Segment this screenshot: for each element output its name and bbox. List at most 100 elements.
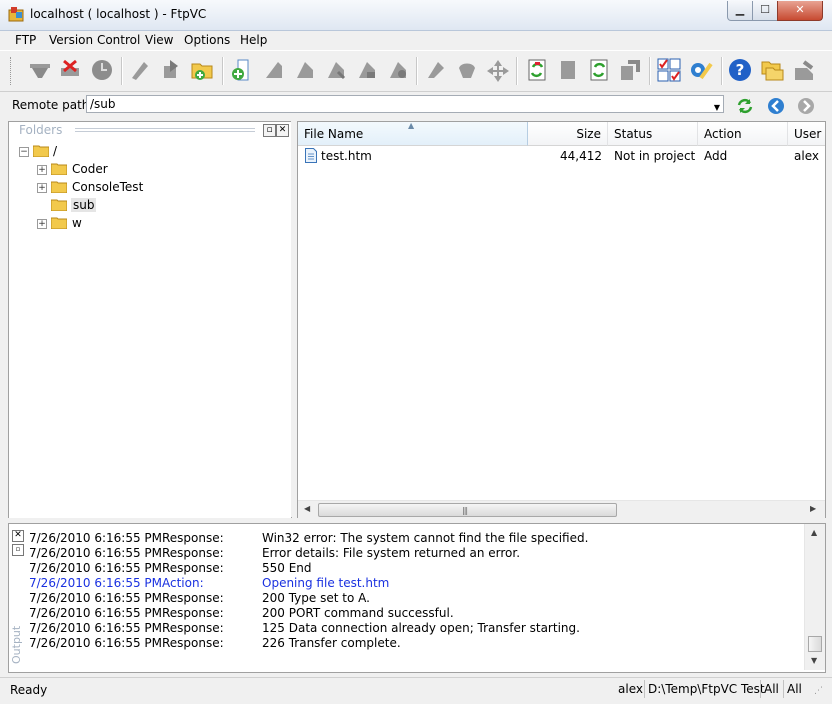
log-msg: 550 End xyxy=(262,561,312,575)
column-header-size[interactable]: Size xyxy=(528,122,608,146)
disconnect-icon[interactable] xyxy=(58,58,82,82)
log-type: Action: xyxy=(162,576,204,590)
label-icon[interactable] xyxy=(355,58,379,82)
log-date: 7/26/2010 6:16:55 PM xyxy=(29,561,163,575)
horizontal-scrollbar[interactable]: ◀ ||| ▶ xyxy=(298,500,825,518)
status-user: alex xyxy=(618,682,643,696)
tree-item-consoletest[interactable]: + ConsoleTest xyxy=(37,179,237,197)
toolbar-separator xyxy=(649,57,651,85)
header-grip xyxy=(75,128,255,132)
sync-icon[interactable] xyxy=(587,58,611,82)
scrollbar-thumb[interactable]: ||| xyxy=(318,503,617,517)
history-icon[interactable] xyxy=(386,58,410,82)
close-pane-icon[interactable]: ✕ xyxy=(12,530,24,542)
html-file-icon xyxy=(305,148,317,163)
rename-icon[interactable] xyxy=(424,58,448,82)
folders-icon[interactable] xyxy=(760,58,784,82)
check-out-icon[interactable] xyxy=(160,58,184,82)
log-msg: 226 Transfer complete. xyxy=(262,636,401,650)
log-msg: 200 Type set to A. xyxy=(262,591,370,605)
toolbar-separator xyxy=(222,57,224,85)
output-pane: ✕ ▫ Output 7/26/2010 6:16:55 PM Response:… xyxy=(8,523,826,673)
vertical-scrollbar[interactable]: ▲ ▼ xyxy=(804,524,825,670)
settings-icon[interactable] xyxy=(689,58,713,82)
pane-splitter[interactable] xyxy=(291,121,296,517)
log-msg: Win32 error: The system cannot find the … xyxy=(262,531,589,545)
column-header-label: File Name xyxy=(304,127,364,141)
add-file-icon[interactable] xyxy=(230,58,254,82)
back-arrow-icon[interactable] xyxy=(767,97,785,115)
check-in-icon[interactable] xyxy=(262,58,286,82)
folders-pane-header: Folders ▫ ✕ xyxy=(9,122,291,138)
column-header-user[interactable]: User xyxy=(788,122,825,146)
resize-grip-icon[interactable]: ⋰ xyxy=(814,686,823,696)
column-header-action[interactable]: Action xyxy=(698,122,788,146)
close-button[interactable]: ✕ xyxy=(777,1,823,21)
menu-options[interactable]: Options xyxy=(184,33,230,47)
scroll-left-icon[interactable]: ◀ xyxy=(304,504,310,513)
move-icon[interactable] xyxy=(486,58,510,82)
expand-icon[interactable]: + xyxy=(37,183,47,193)
file-name-cell: test.htm xyxy=(321,149,372,163)
collapse-icon[interactable]: − xyxy=(19,147,29,157)
app-icon xyxy=(8,7,24,22)
tree-item-root[interactable]: − / xyxy=(19,143,219,161)
options-checklist-icon[interactable] xyxy=(657,58,681,82)
delete-icon[interactable] xyxy=(455,58,479,82)
tree-item-w[interactable]: + w xyxy=(37,215,237,233)
toolbar-grip[interactable] xyxy=(10,57,14,85)
log-msg: Error details: File system returned an e… xyxy=(262,546,521,560)
close-pane-icon[interactable]: ✕ xyxy=(276,124,289,137)
add-folder-icon[interactable] xyxy=(190,58,214,82)
maximize-button[interactable]: ☐ xyxy=(752,1,778,21)
forward-arrow-icon[interactable] xyxy=(797,97,815,115)
remote-path-input[interactable]: /sub ▼ xyxy=(86,95,724,113)
log-date: 7/26/2010 6:16:55 PM xyxy=(29,546,163,560)
minimize-button[interactable]: ▁ xyxy=(727,1,753,21)
remove-icon[interactable] xyxy=(556,58,580,82)
folders-pane: Folders ▫ ✕ − / + Coder + ConsoleTest su… xyxy=(8,121,292,519)
remote-path-bar: Remote path: /sub ▼ xyxy=(0,92,832,118)
column-header-status[interactable]: Status xyxy=(608,122,698,146)
help-icon[interactable]: ? xyxy=(728,58,752,82)
output-pane-title: Output xyxy=(10,625,23,664)
folder-icon xyxy=(51,199,67,211)
tree-item-sub[interactable]: sub xyxy=(37,197,237,215)
dropdown-arrow-icon[interactable]: ▼ xyxy=(714,100,720,115)
column-header-file-name[interactable]: ▲ File Name xyxy=(298,122,528,146)
toolbar-separator xyxy=(416,57,418,85)
toolbar-separator xyxy=(121,57,123,85)
undo-checkout-icon[interactable] xyxy=(293,58,317,82)
exit-icon[interactable] xyxy=(792,58,816,82)
menu-help[interactable]: Help xyxy=(240,33,267,47)
get-latest-icon[interactable] xyxy=(128,58,152,82)
output-splitter[interactable] xyxy=(0,518,832,522)
connect-icon[interactable] xyxy=(28,58,52,82)
scroll-up-icon[interactable]: ▲ xyxy=(811,528,817,537)
menu-ftp[interactable]: FTP xyxy=(15,33,36,47)
get-version-icon[interactable] xyxy=(324,58,348,82)
log-date: 7/26/2010 6:16:55 PM xyxy=(29,531,163,545)
status-filter: All xyxy=(760,680,782,698)
expand-icon[interactable]: + xyxy=(37,219,47,229)
pin-icon[interactable]: ▫ xyxy=(12,544,24,556)
scroll-grip-icon: ||| xyxy=(462,506,468,515)
scroll-right-icon[interactable]: ▶ xyxy=(810,504,816,513)
folder-icon xyxy=(51,217,67,229)
share-icon[interactable] xyxy=(618,58,642,82)
folder-icon xyxy=(51,163,67,175)
refresh-icon[interactable] xyxy=(736,97,754,115)
tree-item-coder[interactable]: + Coder xyxy=(37,161,237,179)
scroll-down-icon[interactable]: ▼ xyxy=(811,656,817,665)
log-type: Response: xyxy=(162,606,224,620)
expand-icon[interactable]: + xyxy=(37,165,47,175)
menu-version-control[interactable]: Version Control xyxy=(49,33,140,47)
table-row[interactable]: test.htm 44,412 Not in project Add alex xyxy=(298,147,825,165)
scrollbar-thumb[interactable] xyxy=(808,636,822,652)
file-status-cell: Not in project xyxy=(614,149,696,163)
pin-icon[interactable]: ▫ xyxy=(263,124,276,137)
stop-icon[interactable] xyxy=(90,58,114,82)
refresh-project-icon[interactable] xyxy=(525,58,549,82)
menu-view[interactable]: View xyxy=(145,33,173,47)
log-type: Response: xyxy=(162,546,224,560)
